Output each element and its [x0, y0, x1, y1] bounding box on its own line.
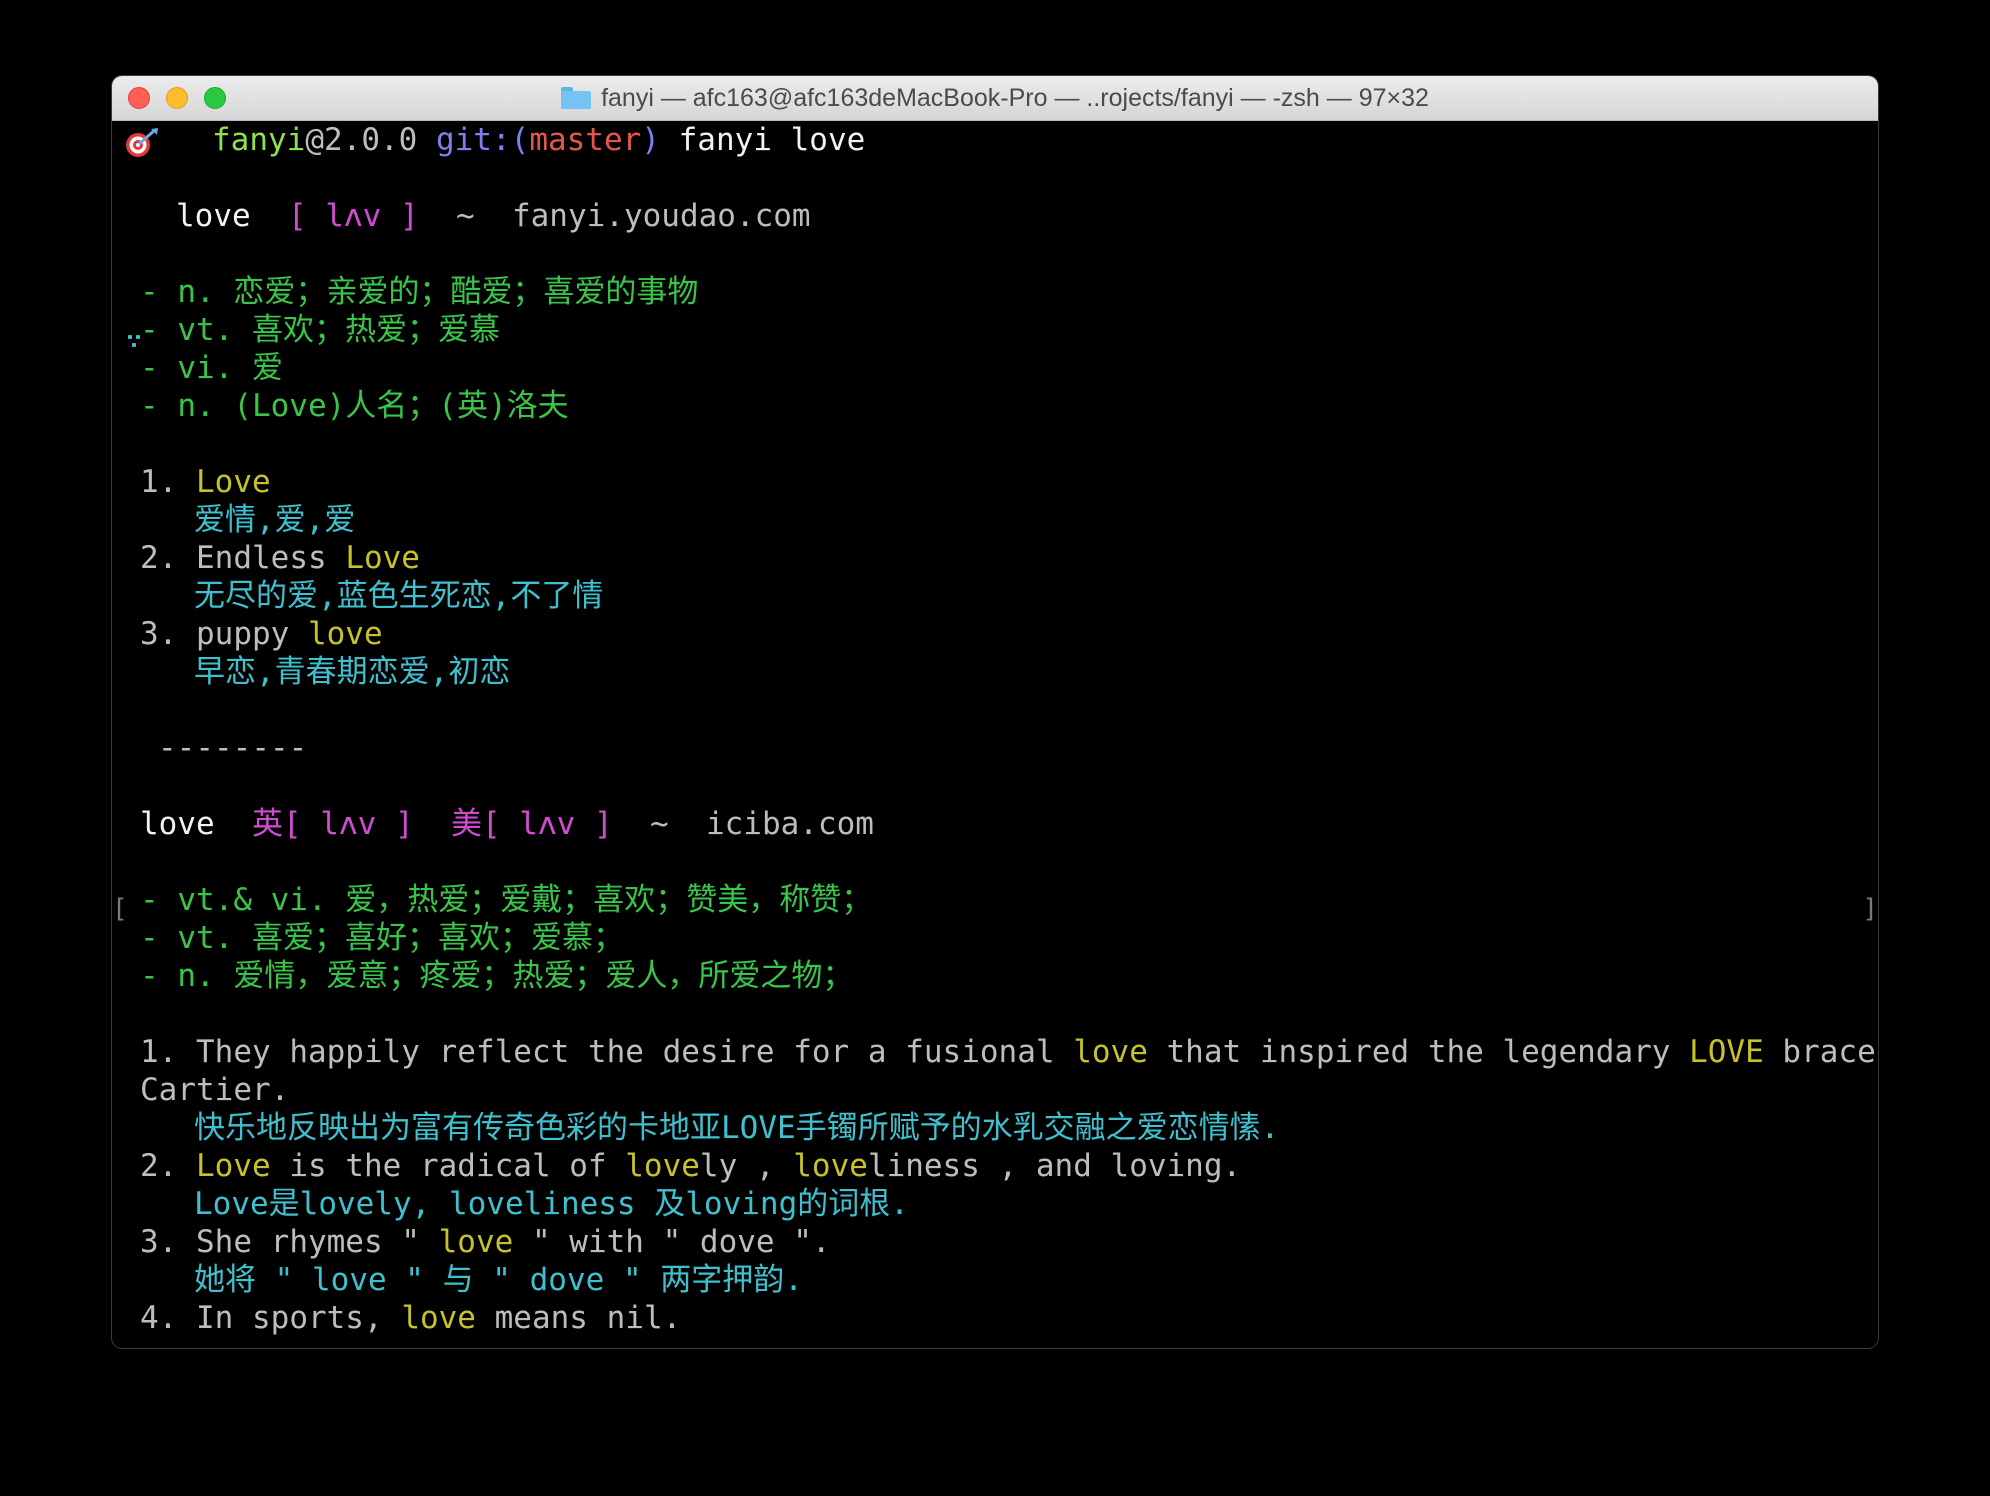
sentence-text: is the radical of: [270, 1148, 626, 1184]
youdao-phrase-translation: 早恋,青春期恋爱,初恋: [194, 654, 511, 690]
iciba-sentence: 3. She rhymes " love " with " dove ".: [140, 1223, 831, 1261]
youdao-definition: - vi. 爱: [140, 350, 283, 386]
sentence-highlight: Love: [196, 1148, 271, 1184]
prompt-git-close: ): [641, 122, 660, 158]
youdao-definition: - n. 恋爱；亲爱的；酷爱；喜爱的事物: [140, 274, 699, 310]
prompt-command: fanyi love: [678, 122, 866, 158]
phrase-number: 1.: [140, 464, 196, 500]
phrase-highlight: Love: [196, 464, 271, 500]
sentence-text: liness , and loving.: [867, 1148, 1242, 1184]
sentence-text: bracelet: [1782, 1034, 1878, 1070]
iciba-sentence-translation: 快乐地反映出为富有传奇色彩的卡地亚LOVE手镯所赋予的水乳交融之爱恋情愫.: [194, 1110, 1280, 1146]
youdao-word: love: [176, 198, 251, 234]
terminal-content[interactable]: fanyi@2.0.0 git:(master) fanyi love love…: [112, 121, 1878, 1348]
iciba-sentence: 4. In sports, love means nil.: [140, 1299, 681, 1337]
terminal-window: fanyi — afc163@afc163deMacBook-Pro — ..r…: [112, 76, 1878, 1348]
youdao-tilde: ~: [455, 198, 475, 234]
youdao-source: fanyi.youdao.com: [511, 198, 811, 234]
prompt-git-label: git:(: [435, 122, 530, 158]
iciba-sentence-translation: Love是lovely, loveliness 及loving的词根.: [194, 1186, 909, 1222]
prompt-dir: fanyi: [212, 122, 306, 158]
phrase-highlight: Love: [345, 540, 420, 576]
youdao-header: love [ lʌv ] ~ fanyi.youdao.com: [176, 197, 811, 235]
youdao-phrase: 1. Love: [140, 463, 271, 501]
iciba-source: iciba.com: [705, 806, 874, 842]
sentence-number: 2.: [140, 1148, 196, 1184]
youdao-phrase-translation: 爱情,爱,爱: [194, 502, 356, 538]
target-dart-icon: [126, 128, 158, 157]
iciba-definition: - vt. 喜爱；喜好；喜欢；爱慕；: [140, 920, 624, 956]
sentence-text: " with " dove ".: [513, 1224, 831, 1260]
iciba-en-phonetic: [ lʌv ]: [282, 806, 414, 842]
sentence-number: 1.: [140, 1034, 196, 1070]
sentence-text: They happily reflect the desire for a fu…: [196, 1034, 1074, 1070]
sentence-highlight: love: [793, 1148, 868, 1184]
iciba-tilde: ~: [649, 806, 669, 842]
youdao-phrase: 2. Endless Love: [140, 539, 420, 577]
sentence-number: 3.: [140, 1224, 196, 1260]
sentence-highlight: love: [1073, 1034, 1148, 1070]
youdao-definition: - n. (Love)人名；(英)洛夫: [140, 388, 569, 424]
youdao-phrase: 3. puppy love: [140, 615, 383, 653]
sentence-highlight: love: [625, 1148, 700, 1184]
prompt-line: fanyi@2.0.0 git:(master) fanyi love: [212, 121, 865, 159]
iciba-definition: - vt.& vi. 爱，热爱；爱戴；喜欢；赞美，称赞；: [140, 882, 873, 918]
sentence-highlight: love: [401, 1300, 476, 1336]
phrase-number: 3.: [140, 616, 196, 652]
phrase-text: Endless: [196, 540, 346, 576]
sentence-highlight: LOVE: [1689, 1034, 1764, 1070]
folder-icon: [561, 87, 592, 109]
iciba-word: love: [140, 806, 215, 842]
window-title: fanyi — afc163@afc163deMacBook-Pro — ..r…: [601, 83, 1429, 112]
iciba-definition: - n. 爱情，爱意；疼爱；热爱；爱人，所爱之物；: [140, 958, 854, 994]
youdao-phonetic: [ lʌv ]: [287, 198, 419, 234]
iciba-sentence-translation: 她将 " love " 与 " dove " 两字押韵.: [194, 1262, 803, 1298]
sentence-text: ly ,: [699, 1148, 794, 1184]
sentence-highlight: love: [438, 1224, 514, 1260]
sentence-text: She rhymes ": [196, 1224, 439, 1260]
bracket-right: ]: [1862, 894, 1878, 924]
sentence-text: that inspired the legendary: [1147, 1034, 1690, 1070]
phrase-number: 2.: [140, 540, 196, 576]
iciba-sentence: 2. Love is the radical of lovely , lovel…: [140, 1147, 1241, 1185]
youdao-definition: - vt. 喜欢；热爱；爱慕: [140, 312, 500, 348]
iciba-sentence-continuation: Cartier.: [140, 1072, 290, 1108]
prompt-version: @2.0.0: [305, 122, 418, 158]
sentence-text: means nil.: [475, 1300, 682, 1336]
phrase-highlight: love: [307, 616, 383, 652]
bracket-left: [: [112, 894, 128, 924]
separator: --------: [158, 730, 308, 766]
iciba-header: love 英[ lʌv ] 美[ lʌv ] ~ iciba.com: [140, 805, 874, 843]
iciba-en-label: 英: [251, 806, 283, 842]
iciba-sentence: 1. They happily reflect the desire for a…: [140, 1033, 1878, 1071]
phrase-text: puppy: [196, 616, 308, 652]
iciba-am-phonetic: [ lʌv ]: [481, 806, 613, 842]
title-bar[interactable]: fanyi — afc163@afc163deMacBook-Pro — ..r…: [112, 76, 1878, 121]
sentence-number: 4.: [140, 1300, 196, 1336]
iciba-am-label: 美: [450, 806, 482, 842]
sentence-text: In sports,: [196, 1300, 402, 1336]
title-area: fanyi — afc163@afc163deMacBook-Pro — ..r…: [112, 76, 1878, 120]
youdao-phrase-translation: 无尽的爱,蓝色生死恋,不了情: [194, 578, 604, 614]
prompt-branch: master: [529, 122, 642, 158]
